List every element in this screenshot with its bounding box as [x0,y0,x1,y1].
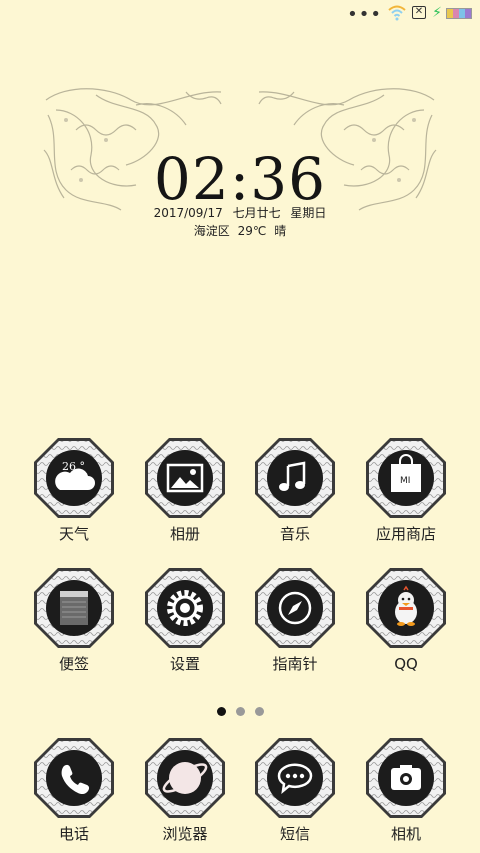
clock-date-line[interactable]: 2017/09/17 七月廿七 星期日 [0,204,480,221]
app-label: 短信 [279,825,310,843]
app-notes[interactable]: 便签 [19,566,129,674]
app-label: 便签 [58,655,89,673]
page-indicator[interactable] [0,701,480,720]
app-label: 音乐 [279,525,310,543]
app-label: QQ [394,655,418,673]
settings-icon [145,568,225,648]
weather-location: 海淀区 [193,224,230,238]
dock-browser[interactable]: 浏览器 [130,736,240,844]
clock-weekday: 星期日 [290,206,327,220]
weather-temperature: 29℃ [237,224,267,238]
app-settings[interactable]: 设置 [130,566,240,674]
app-label: 电话 [58,825,89,843]
battery-icon [446,8,472,19]
clock-time[interactable]: 02:36 [0,145,480,213]
phone-icon [34,738,114,818]
compass-icon [255,568,335,648]
camera-icon [366,738,446,818]
browser-icon [145,738,225,818]
app-qq[interactable]: QQ [351,566,461,674]
notes-icon [34,568,114,648]
app-gallery[interactable]: 相册 [130,436,240,544]
app-store-badge-text: MI [400,476,410,486]
status-bar: ••• ✕ ⚡ [0,0,480,30]
dock-messages[interactable]: 短信 [240,736,350,844]
charging-icon: ⚡ [432,5,442,21]
dock-phone[interactable]: 电话 [19,736,129,844]
clock-weather-line[interactable]: 海淀区 29℃ 晴 [0,222,480,239]
page-dot-3[interactable] [254,707,264,716]
app-store[interactable]: MI 应用商店 [351,436,461,544]
weather-icon: 26 ° [62,460,85,473]
music-icon [255,438,335,518]
clock-lunar-date: 七月廿七 [232,206,281,220]
dock-camera[interactable]: 相机 [351,736,461,844]
app-music[interactable]: 音乐 [240,436,350,544]
more-dots-icon: ••• [347,4,382,25]
clock-date: 2017/09/17 [153,206,223,220]
app-label: 浏览器 [162,825,208,843]
weather-condition: 晴 [274,224,287,238]
app-label: 设置 [169,655,200,673]
wifi-icon [388,5,406,21]
app-label: 相机 [390,825,421,843]
app-label: 相册 [169,525,200,543]
qq-icon [366,568,446,648]
page-dot-1[interactable] [216,707,226,716]
app-label: 天气 [58,525,89,543]
app-compass[interactable]: 指南针 [240,566,350,674]
messages-icon [255,738,335,818]
app-label: 指南针 [272,655,318,673]
page-dot-2[interactable] [235,707,245,716]
weather-badge-text: 26 ° [62,460,85,473]
gallery-icon [145,438,225,518]
app-store-icon: MI [366,438,446,518]
sim-x-icon: ✕ [412,6,426,19]
app-label: 应用商店 [375,525,436,543]
app-weather[interactable]: 26 ° 天气 [19,436,129,544]
